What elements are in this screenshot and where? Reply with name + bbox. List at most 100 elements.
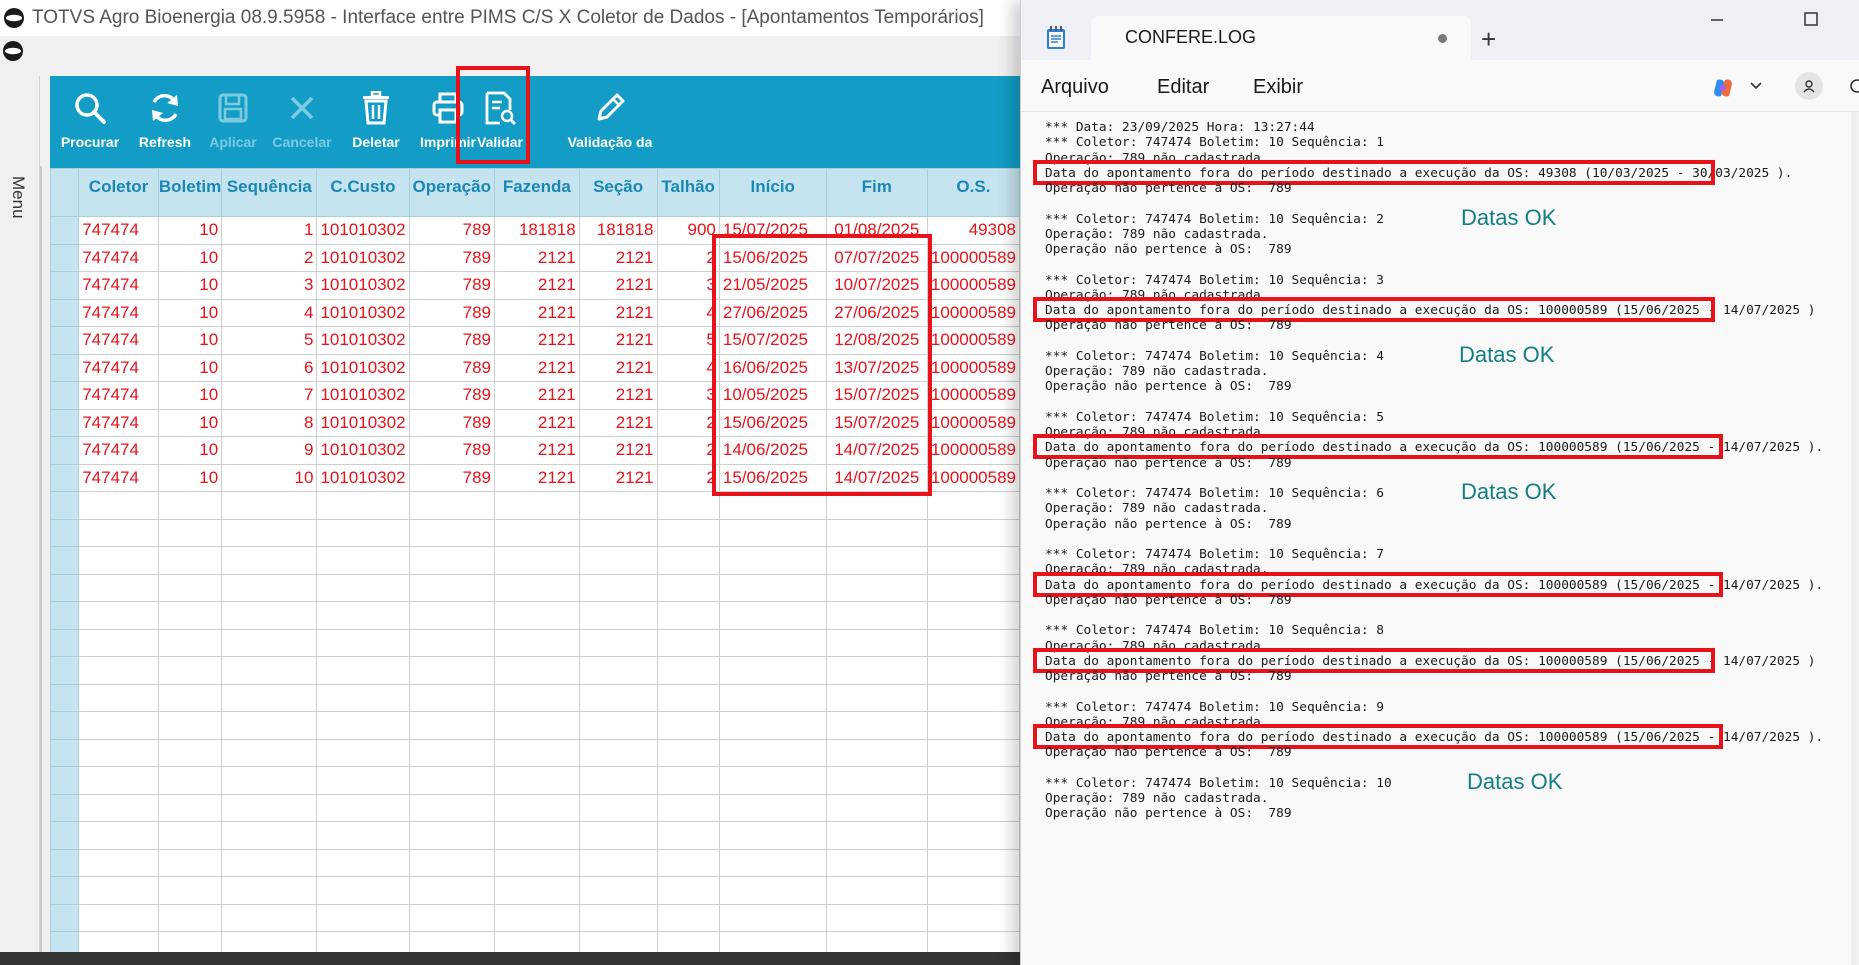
table-cell[interactable]: 100000589 [926, 243, 1020, 272]
row-selector[interactable] [50, 216, 80, 245]
table-cell[interactable]: 747474 [78, 463, 159, 492]
menu-exibir[interactable]: Exibir [1253, 76, 1303, 99]
table-cell[interactable]: 2121 [578, 298, 658, 327]
table-cell[interactable]: 789 [408, 381, 496, 410]
menu-label[interactable]: Menu [8, 176, 28, 219]
table-cell[interactable] [825, 546, 928, 575]
row-selector[interactable] [50, 243, 80, 272]
table-cell[interactable] [718, 903, 827, 932]
table-cell[interactable] [408, 766, 496, 795]
account-icon[interactable] [1795, 72, 1823, 100]
row-selector[interactable] [50, 271, 80, 300]
table-cell[interactable] [78, 711, 159, 740]
table-cell[interactable] [408, 876, 496, 905]
table-cell[interactable] [494, 738, 580, 767]
table-cell[interactable] [494, 683, 580, 712]
table-cell[interactable] [221, 683, 318, 712]
row-selector[interactable] [50, 628, 80, 657]
table-cell[interactable]: 2 [221, 243, 318, 272]
table-cell[interactable] [157, 903, 223, 932]
table-cell[interactable] [221, 573, 318, 602]
row-selector[interactable] [50, 518, 80, 547]
table-cell[interactable]: 747474 [78, 243, 159, 272]
table-cell[interactable] [78, 628, 159, 657]
table-cell[interactable] [578, 491, 658, 520]
table-cell[interactable]: 789 [408, 243, 496, 272]
cancelar-button[interactable]: Cancelar [266, 76, 338, 168]
table-cell[interactable]: 789 [408, 408, 496, 437]
table-cell[interactable] [78, 573, 159, 602]
row-selector[interactable] [50, 353, 80, 382]
table-cell[interactable] [578, 766, 658, 795]
table-cell[interactable] [157, 628, 223, 657]
table-cell[interactable] [718, 601, 827, 630]
table-cell[interactable]: 10 [157, 298, 223, 327]
table-cell[interactable]: 2 [656, 243, 720, 272]
table-cell[interactable]: 789 [408, 353, 496, 382]
table-cell[interactable]: 100000589 [926, 271, 1020, 300]
table-cell[interactable] [494, 793, 580, 822]
table-row[interactable] [50, 518, 1020, 547]
table-cell[interactable] [316, 628, 410, 657]
table-cell[interactable] [408, 601, 496, 630]
table-cell[interactable] [157, 683, 223, 712]
row-selector[interactable] [50, 326, 80, 355]
table-cell[interactable] [494, 876, 580, 905]
table-cell[interactable] [825, 876, 928, 905]
table-cell[interactable] [316, 683, 410, 712]
table-cell[interactable]: 10 [157, 463, 223, 492]
table-cell[interactable] [578, 793, 658, 822]
row-selector[interactable] [50, 381, 80, 410]
table-cell[interactable]: 2121 [494, 271, 580, 300]
table-cell[interactable]: 100000589 [926, 381, 1020, 410]
table-cell[interactable] [78, 821, 159, 850]
table-cell[interactable] [316, 903, 410, 932]
table-cell[interactable]: 2121 [494, 463, 580, 492]
table-row[interactable] [50, 876, 1020, 905]
table-cell[interactable] [926, 793, 1020, 822]
table-cell[interactable] [656, 628, 720, 657]
settings-icon[interactable] [1847, 76, 1859, 101]
table-cell[interactable]: 6 [221, 353, 318, 382]
table-cell[interactable] [157, 491, 223, 520]
table-cell[interactable] [221, 518, 318, 547]
row-selector[interactable] [50, 711, 80, 740]
table-cell[interactable]: 747474 [78, 326, 159, 355]
app-logo-icon[interactable] [2, 40, 26, 64]
table-cell[interactable]: 101010302 [316, 436, 410, 465]
table-cell[interactable] [157, 821, 223, 850]
table-row[interactable] [50, 766, 1020, 795]
table-cell[interactable] [316, 848, 410, 877]
maximize-icon[interactable] [1803, 10, 1819, 33]
table-cell[interactable] [494, 711, 580, 740]
table-cell[interactable] [78, 848, 159, 877]
table-cell[interactable] [656, 518, 720, 547]
row-selector[interactable] [50, 821, 80, 850]
table-cell[interactable]: 789 [408, 271, 496, 300]
table-cell[interactable] [494, 546, 580, 575]
table-cell[interactable] [78, 738, 159, 767]
table-cell[interactable] [578, 601, 658, 630]
table-cell[interactable]: 10 [157, 436, 223, 465]
table-cell[interactable]: 2121 [578, 326, 658, 355]
table-cell[interactable]: 900 [656, 216, 720, 245]
menu-editar[interactable]: Editar [1157, 76, 1209, 99]
table-cell[interactable] [316, 766, 410, 795]
aplicar-button[interactable]: Aplicar [200, 76, 266, 168]
table-cell[interactable] [494, 848, 580, 877]
table-cell[interactable] [78, 793, 159, 822]
table-cell[interactable] [221, 628, 318, 657]
table-cell[interactable]: 101010302 [316, 381, 410, 410]
table-cell[interactable] [78, 903, 159, 932]
table-cell[interactable] [825, 518, 928, 547]
table-cell[interactable]: 100000589 [926, 463, 1020, 492]
table-cell[interactable] [316, 821, 410, 850]
unsaved-dot-icon[interactable] [1438, 34, 1447, 43]
table-cell[interactable] [718, 656, 827, 685]
minimize-icon[interactable] [1709, 10, 1725, 33]
col-header-operacao[interactable]: Operação [408, 168, 496, 217]
table-cell[interactable] [408, 518, 496, 547]
table-cell[interactable] [718, 546, 827, 575]
row-selector[interactable] [50, 656, 80, 685]
table-cell[interactable] [656, 711, 720, 740]
